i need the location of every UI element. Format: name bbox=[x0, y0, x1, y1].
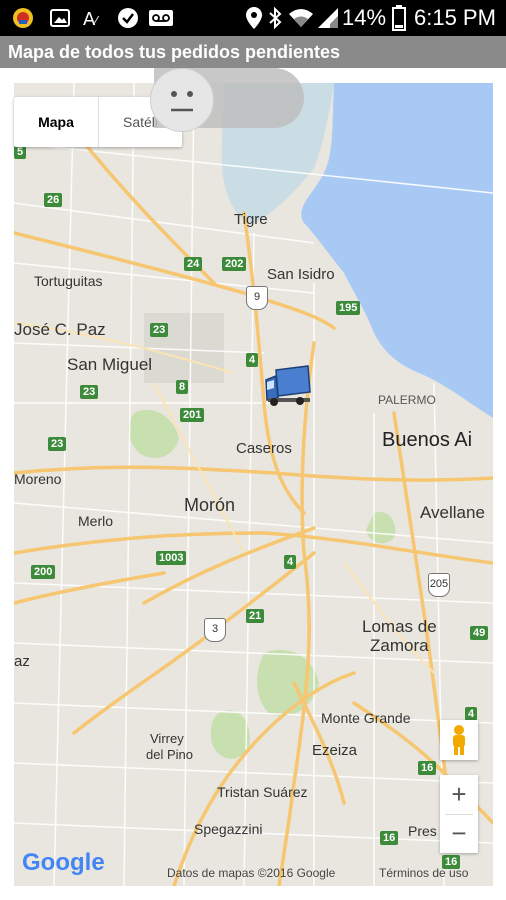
route-shield: 49 bbox=[470, 626, 489, 640]
place-label: Avellane bbox=[420, 503, 485, 522]
zoom-control: + − bbox=[440, 775, 478, 853]
place-label: Ezeiza bbox=[312, 742, 358, 759]
place-label: Pres bbox=[408, 823, 437, 839]
route-shield: 202 bbox=[222, 257, 247, 271]
place-label: Virrey bbox=[150, 731, 184, 746]
check-circle-icon bbox=[116, 6, 140, 30]
signal-icon bbox=[316, 6, 340, 30]
location-icon bbox=[244, 6, 264, 30]
app-notification-icon bbox=[10, 6, 36, 30]
place-label: Moreno bbox=[14, 471, 62, 487]
place-label: Tigre bbox=[234, 211, 268, 228]
route-shield: 195 bbox=[336, 301, 361, 315]
status-bar: A ⁄ 14% 6:15 PM bbox=[0, 0, 506, 36]
place-label: Morón bbox=[184, 495, 236, 515]
map-button[interactable]: Mapa bbox=[14, 97, 98, 147]
route-shield: 4 bbox=[246, 353, 259, 367]
neutral-face-icon[interactable] bbox=[150, 68, 214, 132]
place-label: Tristan Suárez bbox=[217, 784, 308, 800]
place-label: Merlo bbox=[78, 513, 114, 529]
route-shield: 23 bbox=[150, 323, 169, 337]
battery-icon bbox=[392, 5, 406, 31]
clock: 6:15 PM bbox=[414, 5, 496, 30]
national-route-shield: 3 bbox=[204, 618, 226, 642]
font-icon: A ⁄ bbox=[82, 6, 106, 30]
battery-percent: 14% bbox=[342, 5, 387, 30]
page-title: Mapa de todos tus pedidos pendientes bbox=[8, 42, 341, 62]
image-icon bbox=[48, 6, 72, 30]
place-label: Spegazzini bbox=[194, 821, 263, 837]
map-view[interactable]: B Es Tigre San Isidro Tortuguitas José C… bbox=[14, 83, 493, 886]
google-logo: Google bbox=[22, 849, 105, 876]
route-shield: 1003 bbox=[156, 551, 187, 565]
route-shield: 4 bbox=[284, 555, 297, 569]
place-label: José C. Paz bbox=[14, 320, 106, 339]
route-shield: 4 bbox=[465, 707, 478, 721]
place-label: PALERMO bbox=[378, 393, 436, 407]
zoom-in-button[interactable]: + bbox=[440, 776, 478, 814]
place-label: Monte Grande bbox=[321, 710, 411, 726]
place-label: Caseros bbox=[236, 440, 292, 457]
place-label: Zamora bbox=[370, 636, 429, 655]
bluetooth-icon bbox=[266, 6, 284, 30]
route-shield: 23 bbox=[48, 437, 67, 451]
terms-link[interactable]: Términos de uso bbox=[379, 866, 468, 880]
zoom-out-button[interactable]: − bbox=[440, 815, 478, 853]
route-shield: 201 bbox=[180, 408, 205, 422]
route-shield: 16 bbox=[418, 761, 437, 775]
place-label: Buenos Ai bbox=[382, 429, 473, 451]
place-label: az bbox=[14, 653, 30, 670]
action-bar: Mapa de todos tus pedidos pendientes bbox=[0, 36, 506, 68]
route-shield: 26 bbox=[44, 193, 63, 207]
place-label: San Miguel bbox=[67, 355, 153, 374]
place-label: Tortuguitas bbox=[34, 273, 103, 289]
voicemail-icon bbox=[148, 6, 174, 30]
national-route-shield: 205 bbox=[428, 573, 450, 597]
route-shield: 23 bbox=[80, 385, 99, 399]
place-label: del Pino bbox=[146, 747, 193, 762]
street-view-pegman-icon[interactable] bbox=[440, 720, 478, 760]
place-label: San Isidro bbox=[267, 266, 335, 283]
truck-marker-icon[interactable] bbox=[264, 364, 314, 408]
route-shield: 16 bbox=[380, 831, 399, 845]
wifi-icon bbox=[288, 6, 314, 30]
route-shield: 8 bbox=[176, 380, 189, 394]
national-route-shield: 9 bbox=[246, 286, 268, 310]
route-shield: 200 bbox=[31, 565, 56, 579]
route-shield: 5 bbox=[14, 145, 27, 159]
map-attribution: Datos de mapas ©2016 Google bbox=[167, 866, 336, 880]
route-shield: 24 bbox=[184, 257, 203, 271]
place-label: Lomas de bbox=[362, 617, 437, 636]
route-shield: 21 bbox=[246, 609, 265, 623]
